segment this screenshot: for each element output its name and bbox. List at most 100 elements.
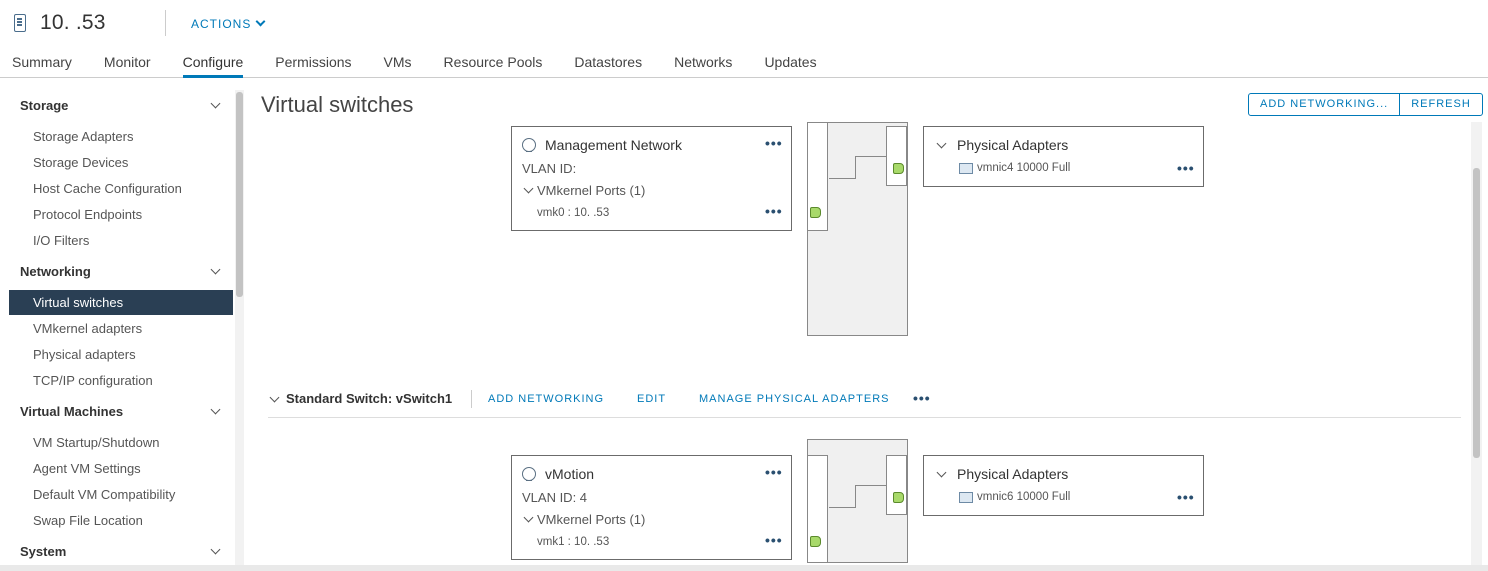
wire (829, 156, 856, 179)
sidebar-item-swap-file-location[interactable]: Swap File Location (33, 513, 143, 528)
vmkernel-ports[interactable]: VMkernel Ports (1) (537, 512, 645, 527)
sidebar-group-label: Storage (20, 98, 69, 113)
page-title: Virtual switches (261, 92, 414, 117)
wire (855, 156, 886, 157)
sidebar-group-system[interactable]: System (20, 544, 225, 559)
chevron-down-icon[interactable] (936, 467, 947, 478)
chevron-down-icon (255, 16, 266, 27)
port-connector-icon (893, 163, 904, 174)
add-networking-link[interactable]: ADD NETWORKING (488, 393, 604, 405)
more-actions-button[interactable]: ••• (913, 390, 931, 406)
scrollbar-thumb[interactable] (236, 92, 243, 297)
sidebar-group-storage[interactable]: Storage (20, 98, 225, 113)
sidebar-item-agent-vm-settings[interactable]: Agent VM Settings (33, 461, 141, 476)
tab-summary[interactable]: Summary (12, 52, 72, 78)
portgroup-card-vmotion[interactable]: vMotion ••• VLAN ID: 4 VMkernel Ports (1… (511, 455, 792, 560)
sidebar-item-physical-adapters[interactable]: Physical adapters (33, 347, 136, 362)
sidebar-item-io-filters[interactable]: I/O Filters (33, 233, 89, 248)
sidebar: Storage Storage Adapters Storage Devices… (0, 78, 248, 571)
portgroup-card-management[interactable]: Management Network ••• VLAN ID: VMkernel… (511, 126, 792, 231)
tab-resource-pools[interactable]: Resource Pools (444, 52, 543, 78)
sidebar-group-virtual-machines[interactable]: Virtual Machines (20, 404, 225, 419)
tab-monitor[interactable]: Monitor (104, 52, 151, 78)
scrollbar-thumb[interactable] (1473, 168, 1480, 458)
main-content: Virtual switches ADD NETWORKING... REFRE… (248, 78, 1488, 571)
chevron-down-icon (210, 544, 221, 555)
vlan-id: VLAN ID: (522, 161, 577, 176)
edit-link[interactable]: EDIT (637, 393, 666, 405)
actions-label: ACTIONS (191, 17, 252, 31)
wire (855, 485, 886, 486)
physical-adapters-title: Physical Adapters (957, 137, 1069, 153)
sidebar-item-virtual-switches[interactable]: Virtual switches (9, 290, 233, 315)
chevron-down-icon[interactable] (936, 138, 947, 149)
chevron-down-icon (210, 264, 221, 275)
sidebar-scrollbar[interactable] (235, 90, 244, 571)
standard-switch-header: Standard Switch: vSwitch1 ADD NETWORKING… (268, 390, 1461, 418)
port-connector-icon (893, 492, 904, 503)
more-actions-button[interactable]: ••• (1177, 489, 1195, 505)
nic-label: vmnic6 10000 Full (977, 491, 1071, 503)
tab-permissions[interactable]: Permissions (275, 52, 351, 78)
sidebar-item-vmkernel-adapters[interactable]: VMkernel adapters (33, 321, 142, 336)
wire (829, 485, 856, 508)
actions-menu-button[interactable]: ACTIONS (191, 16, 266, 31)
more-actions-button[interactable]: ••• (765, 532, 783, 548)
tab-bar: Summary Monitor Configure Permissions VM… (0, 52, 837, 78)
physical-adapters-card[interactable]: Physical Adapters vmnic4 10000 Full ••• (923, 126, 1204, 187)
chevron-down-icon[interactable] (269, 392, 280, 403)
more-actions-button[interactable]: ••• (765, 135, 783, 151)
network-icon (522, 138, 536, 152)
vmkernel-ports[interactable]: VMkernel Ports (1) (537, 183, 645, 198)
sidebar-item-protocol-endpoints[interactable]: Protocol Endpoints (33, 207, 142, 222)
vmk-port: vmk0 : 10. .53 (537, 207, 610, 219)
port-connector-icon (810, 536, 821, 547)
sidebar-item-storage-devices[interactable]: Storage Devices (33, 155, 128, 170)
vmk-port: vmk1 : 10. .53 (537, 536, 610, 548)
content-scrollbar[interactable] (1471, 122, 1482, 568)
header-divider (471, 390, 472, 408)
sidebar-group-networking[interactable]: Networking (20, 264, 225, 279)
network-icon (522, 467, 536, 481)
sidebar-item-host-cache[interactable]: Host Cache Configuration (33, 181, 182, 196)
header-divider (165, 10, 166, 36)
refresh-button[interactable]: REFRESH (1399, 94, 1482, 115)
tab-updates[interactable]: Updates (764, 52, 816, 78)
sidebar-group-label: Virtual Machines (20, 404, 124, 419)
tab-networks[interactable]: Networks (674, 52, 732, 78)
switch-port-right (886, 455, 907, 515)
nic-icon (959, 163, 973, 174)
host-title: 10. .53 (40, 11, 106, 34)
sidebar-item-default-vm-compatibility[interactable]: Default VM Compatibility (33, 487, 175, 502)
add-networking-button[interactable]: ADD NETWORKING... (1249, 94, 1399, 115)
more-actions-button[interactable]: ••• (1177, 160, 1195, 176)
portgroup-name: Management Network (545, 137, 682, 153)
more-actions-button[interactable]: ••• (765, 464, 783, 480)
nic-icon (959, 492, 973, 503)
header: 10. .53 ACTIONS Summary Monitor Configur… (0, 0, 1488, 78)
tab-vms[interactable]: VMs (384, 52, 412, 78)
sidebar-item-vm-startup-shutdown[interactable]: VM Startup/Shutdown (33, 435, 159, 450)
physical-adapters-title: Physical Adapters (957, 466, 1069, 482)
nic-label: vmnic4 10000 Full (977, 162, 1071, 174)
tab-configure[interactable]: Configure (182, 52, 244, 78)
sidebar-item-storage-adapters[interactable]: Storage Adapters (33, 129, 133, 144)
vlan-id: VLAN ID: 4 (522, 490, 588, 505)
physical-adapters-card[interactable]: Physical Adapters vmnic6 10000 Full ••• (923, 455, 1204, 516)
toolbar-button-group: ADD NETWORKING... REFRESH (1248, 93, 1483, 116)
chevron-down-icon[interactable] (523, 512, 534, 523)
more-actions-button[interactable]: ••• (765, 203, 783, 219)
sidebar-group-label: System (20, 544, 67, 559)
switch-port-right (886, 126, 907, 186)
switch-name: Standard Switch: vSwitch1 (286, 391, 453, 406)
host-icon (14, 14, 26, 32)
chevron-down-icon (210, 98, 221, 109)
tab-datastores[interactable]: Datastores (574, 52, 642, 78)
port-connector-icon (810, 207, 821, 218)
chevron-down-icon (210, 404, 221, 415)
sidebar-group-label: Networking (20, 264, 91, 279)
sidebar-item-tcpip-configuration[interactable]: TCP/IP configuration (33, 373, 153, 388)
manage-physical-adapters-link[interactable]: MANAGE PHYSICAL ADAPTERS (699, 393, 889, 405)
horizontal-scrollbar[interactable] (0, 565, 1488, 571)
chevron-down-icon[interactable] (523, 183, 534, 194)
